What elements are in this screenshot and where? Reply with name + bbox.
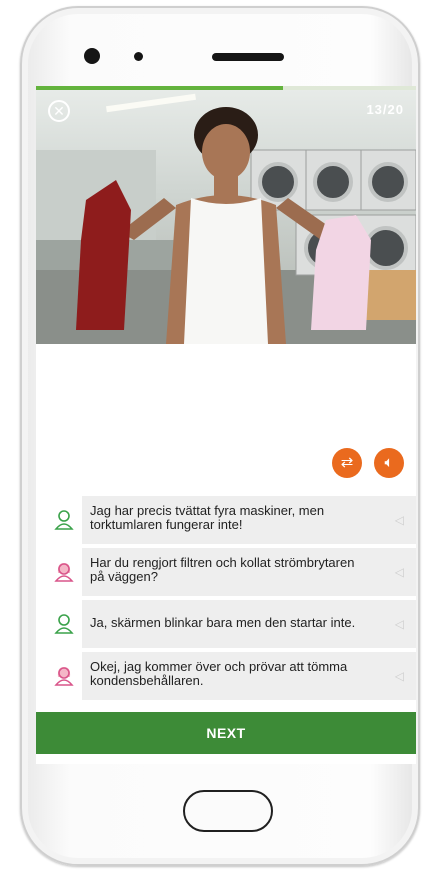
speaker-icon[interactable]: 🔈︎ [374,448,404,478]
dialogue-line: Ja, skärmen blinkar bara men den startar… [36,598,416,650]
female-avatar-icon [54,563,74,582]
dialogue-bubble: Ja, skärmen blinkar bara men den startar… [82,600,416,648]
laundromat-scene [36,93,416,344]
dialogue-text: Okej, jag kommer över och prövar att töm… [90,659,348,688]
play-line-icon[interactable]: ◁ [395,565,404,579]
male-avatar-icon [54,510,74,530]
play-line-icon[interactable]: ◁ [395,617,404,631]
dialogue-bubble: Har du rengjort filtren och kollat ström… [82,548,416,596]
dialogue-bubble: Okej, jag kommer över och prövar att töm… [82,652,416,700]
dialogue-list: Jag har precis tvättat fyra maskiner, me… [36,494,416,702]
app-screen: ✕ 13/20 ⇄ 🔈︎ Jag har precis tvättat fyra… [36,86,416,764]
female-avatar-icon [54,667,74,686]
dialogue-text: Jag har precis tvättat fyra maskiner, me… [90,503,325,532]
lesson-photo: ✕ 13/20 [36,90,416,344]
dialogue-line: Har du rengjort filtren och kollat ström… [36,546,416,598]
home-button[interactable] [183,790,273,832]
earpiece-speaker [212,53,284,61]
question-counter: 13/20 [366,102,404,117]
dialogue-line: Jag har precis tvättat fyra maskiner, me… [36,494,416,546]
dialogue-line: Okej, jag kommer över och prövar att töm… [36,650,416,702]
dialogue-bubble: Jag har precis tvättat fyra maskiner, me… [82,496,416,544]
next-button[interactable]: NEXT [36,712,416,754]
proximity-sensor [134,52,143,61]
play-line-icon[interactable]: ◁ [395,513,404,527]
front-camera [84,48,100,64]
dialogue-text: Har du rengjort filtren och kollat ström… [90,555,355,584]
play-line-icon[interactable]: ◁ [395,669,404,683]
close-icon[interactable]: ✕ [48,100,70,122]
swap-arrows-icon[interactable]: ⇄ [332,448,362,478]
dialogue-text: Ja, skärmen blinkar bara men den startar… [90,615,356,630]
male-avatar-icon [54,614,74,634]
